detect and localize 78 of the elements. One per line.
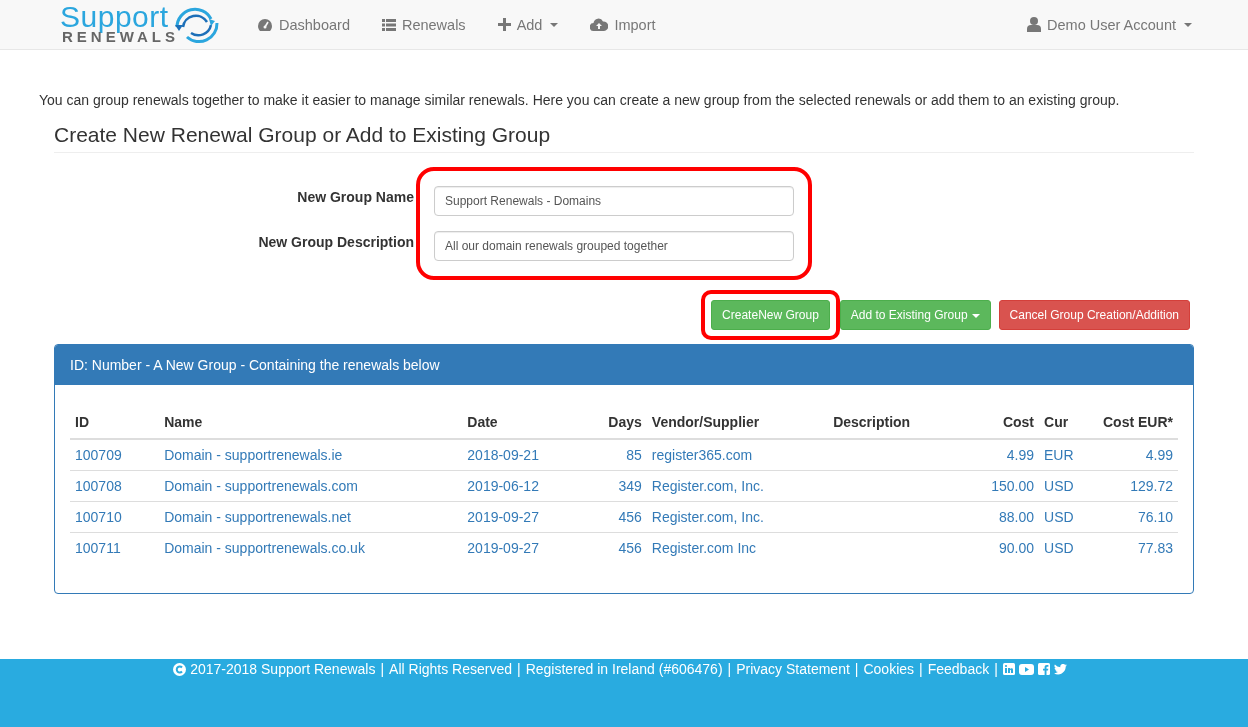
table-cell-link[interactable]: EUR (1044, 447, 1074, 463)
column-header: Description (828, 400, 966, 439)
table-cell-link[interactable]: Domain - supportrenewals.com (164, 478, 358, 494)
linkedin-icon[interactable] (1002, 663, 1015, 675)
table-cell-link[interactable]: 100711 (75, 540, 121, 556)
table-cell-link[interactable]: USD (1044, 540, 1074, 556)
footer-text: Registered in Ireland (#606476) (525, 661, 723, 677)
table-cell-link[interactable]: Register.com, Inc. (651, 478, 764, 494)
field-label: New Group Description (258, 233, 414, 252)
table-cell-link[interactable]: 90.00 (999, 540, 1035, 556)
table-cell-link[interactable]: 88.00 (999, 509, 1035, 525)
section-title: Create New Renewal Group or Add to Existing Group (54, 123, 1194, 153)
table-cell-link[interactable]: 456 (618, 540, 642, 556)
table-cell-link[interactable]: 4.99 (1006, 447, 1035, 463)
column-header: Cost EUR* (1098, 400, 1178, 439)
separator: | (919, 661, 923, 677)
footer-link[interactable]: Cookies (863, 661, 915, 677)
table-cell-link[interactable]: 85 (626, 447, 642, 463)
separator: | (854, 661, 859, 677)
plus-icon (497, 18, 511, 31)
footer-text: All Rights Reserved (389, 661, 512, 677)
table-cell-link[interactable]: Register.com Inc (651, 540, 757, 556)
facebook-icon[interactable] (1037, 663, 1050, 675)
table-cell-link[interactable]: 4.99 (1145, 447, 1173, 463)
nav-link[interactable]: Dashboard (241, 16, 366, 33)
cloud-upload-icon (590, 18, 609, 31)
column-header: Date (462, 400, 574, 439)
table-cell-link[interactable]: 2019-09-27 (467, 540, 539, 556)
nav-link[interactable]: Renewals (365, 16, 482, 33)
table-cell-link[interactable]: 349 (618, 478, 642, 494)
table-cell-link[interactable]: 2018-09-21 (467, 447, 539, 463)
nav-link[interactable]: Import (574, 16, 672, 33)
table-cell-link[interactable]: 100710 (75, 509, 122, 525)
account-menu[interactable]: Demo User Account (1011, 16, 1208, 33)
text-field[interactable]: Support Renewals - Domains (434, 186, 794, 216)
table-cell-link[interactable]: 2019-06-12 (467, 478, 539, 494)
action-button[interactable]: CreateNew Group (711, 300, 830, 330)
table-cell-link[interactable]: Domain - supportrenewals.co.uk (164, 540, 365, 556)
footer-link[interactable]: Privacy Statement (736, 661, 850, 677)
table-cell-link[interactable]: 2019-09-27 (467, 509, 539, 525)
nav-dropdown[interactable]: Add (481, 16, 575, 33)
separator: | (727, 661, 732, 677)
table-cell-link[interactable]: 77.83 (1137, 540, 1173, 556)
copyright-icon (173, 662, 187, 676)
table-cell-link[interactable]: 100708 (75, 478, 122, 494)
action-button[interactable]: Add to Existing Group (839, 300, 991, 330)
table-cell-link[interactable]: 456 (618, 509, 642, 525)
user-icon (1027, 17, 1042, 32)
separator: | (517, 661, 521, 677)
column-header: ID (70, 400, 160, 439)
column-header: Cur (1039, 400, 1098, 439)
intro-text: You can group renewals together to make it easier to manage similar renewals. Here you can create a new group from the selected renewals or add them to an existing group. (39, 92, 1121, 108)
footer-link[interactable]: Feedback (927, 661, 990, 677)
column-header: Cost (965, 400, 1040, 439)
column-header: Name (159, 400, 463, 439)
panel-heading: ID: Number - A New Group - Containing the renewals below (55, 345, 1193, 385)
footer-text: 2017-2018 Support Renewals (190, 661, 376, 677)
text-field[interactable]: All our domain renewals grouped together (434, 231, 794, 261)
twitter-icon[interactable] (1053, 663, 1067, 675)
table-cell-link[interactable]: 100709 (75, 447, 122, 463)
table-cell-link[interactable]: 76.10 (1137, 509, 1173, 525)
table-cell-link[interactable]: Domain - supportrenewals.ie (164, 447, 343, 463)
table-cell-link[interactable]: USD (1044, 509, 1074, 525)
separator: | (380, 661, 385, 677)
separator: | (994, 661, 998, 677)
list-icon (381, 18, 396, 31)
column-header: Vendor/Supplier (646, 400, 829, 439)
gauge-icon (257, 17, 273, 32)
field-label: New Group Name (297, 188, 414, 207)
table-cell-link[interactable]: Register.com, Inc. (651, 509, 764, 525)
table-cell-link[interactable]: 129.72 (1130, 478, 1173, 494)
cancel-button[interactable]: Cancel Group Creation/Addition (998, 300, 1190, 330)
table-cell-link[interactable]: Domain - supportrenewals.net (164, 509, 351, 525)
table-cell-link[interactable]: USD (1044, 478, 1074, 494)
table-cell-link[interactable]: register365.com (651, 447, 753, 463)
table-cell-link[interactable]: 150.00 (991, 478, 1035, 494)
youtube-icon[interactable] (1018, 663, 1034, 675)
column-header: Days (573, 400, 647, 439)
